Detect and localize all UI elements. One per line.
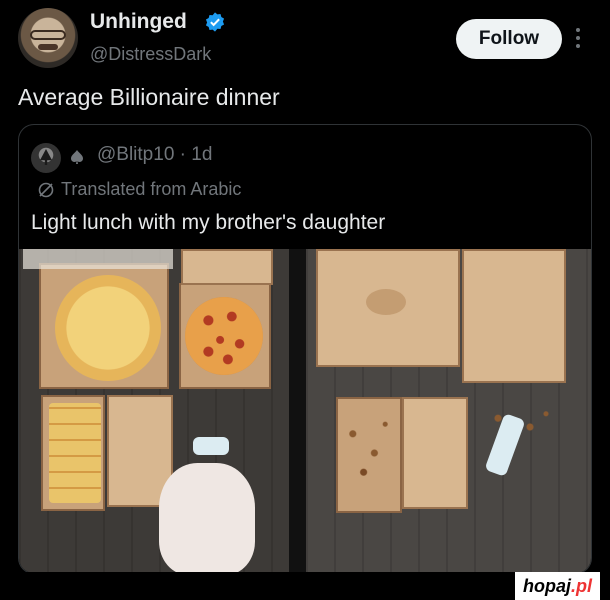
breadsticks <box>49 403 101 503</box>
translate-globe-icon <box>38 182 54 197</box>
photo-before[interactable] <box>19 249 289 573</box>
watermark-domain: .pl <box>571 575 592 596</box>
crumbs <box>342 405 396 501</box>
empty-pizza-box <box>462 249 566 383</box>
baby <box>159 463 255 573</box>
quoted-text: Light lunch with my brother's daughter <box>31 211 386 234</box>
author-handle[interactable]: @DistressDark <box>90 44 211 65</box>
pizza-box-lid <box>181 249 273 285</box>
spade-icon <box>71 150 83 164</box>
translation-notice[interactable]: Translated from Arabic <box>37 179 241 200</box>
cheese-pizza <box>55 275 161 381</box>
photo-after[interactable] <box>306 249 591 573</box>
breadstick-box-lid <box>402 397 468 509</box>
more-vertical-icon[interactable] <box>572 24 584 54</box>
follow-button[interactable]: Follow <box>456 19 562 59</box>
tweet-text: Average Billionaire dinner <box>18 84 280 110</box>
tweet-header: Unhinged @DistressDark Follow <box>0 0 610 80</box>
baby-bottle <box>193 437 229 455</box>
media-gallery[interactable] <box>19 249 591 573</box>
author-avatar[interactable] <box>18 8 78 68</box>
verified-badge-icon <box>205 12 225 32</box>
window-glare <box>23 249 173 269</box>
author-name[interactable]: Unhinged <box>90 10 187 34</box>
avatar-mustache <box>38 44 58 50</box>
grease-stain <box>366 289 406 315</box>
watermark-text: hopaj <box>523 575 571 596</box>
pepperoni-pizza <box>185 297 263 375</box>
avatar-tree <box>40 149 52 165</box>
quoted-tweet[interactable]: @Blitp10 · 1d Translated from Arabic Lig… <box>18 124 592 574</box>
quoted-author-avatar[interactable] <box>31 143 61 173</box>
translation-label: Translated from Arabic <box>61 179 242 199</box>
quoted-handle-meta[interactable]: @Blitp10 · 1d <box>97 144 212 166</box>
watermark-bar: hopaj .pl <box>0 572 610 600</box>
avatar-glasses <box>30 30 66 40</box>
site-watermark: hopaj .pl <box>515 572 600 600</box>
